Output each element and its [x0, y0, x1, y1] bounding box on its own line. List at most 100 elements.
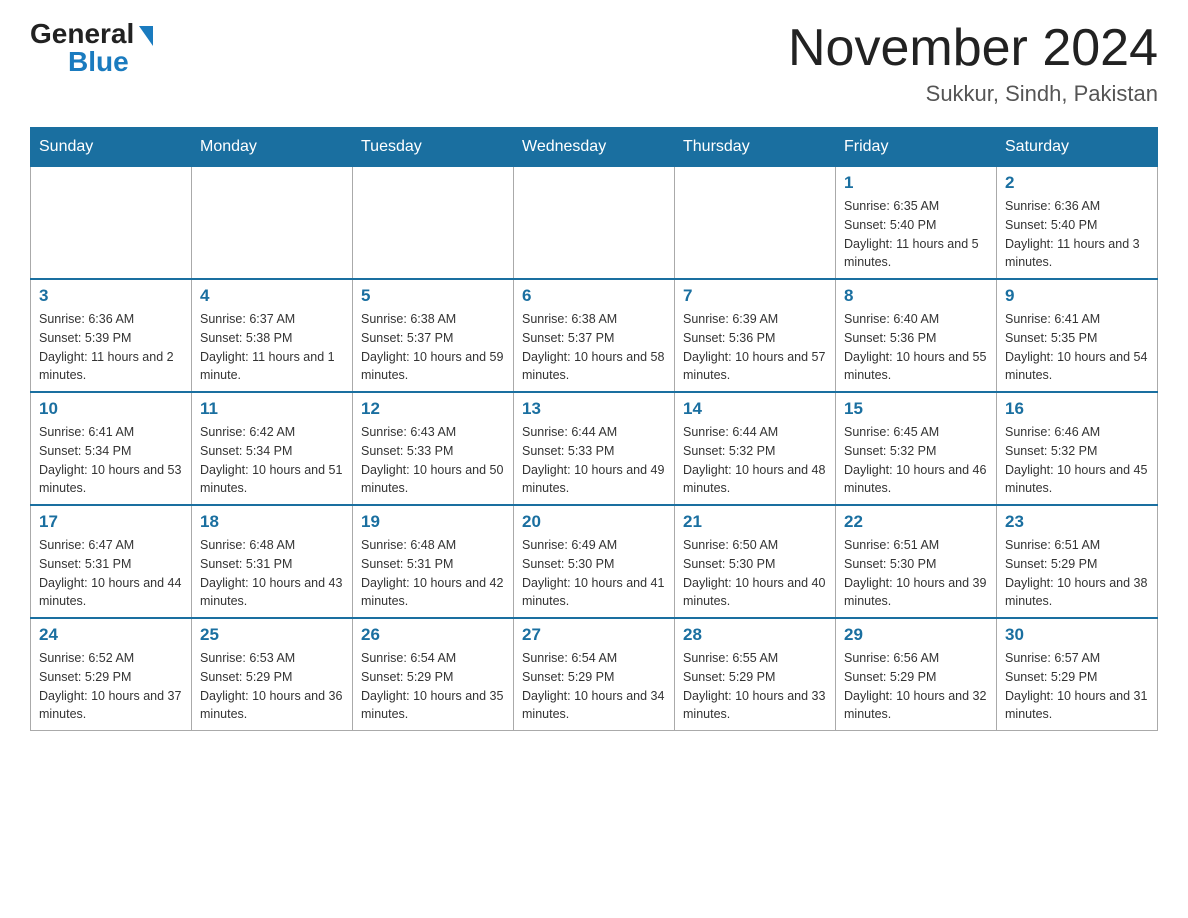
day-number: 9 — [1005, 286, 1149, 306]
day-number: 6 — [522, 286, 666, 306]
day-number: 4 — [200, 286, 344, 306]
weekday-header-friday: Friday — [836, 128, 997, 167]
calendar-week-1: 1Sunrise: 6:35 AMSunset: 5:40 PMDaylight… — [31, 167, 1158, 280]
day-info: Sunrise: 6:51 AMSunset: 5:30 PMDaylight:… — [844, 536, 988, 611]
calendar-cell — [514, 167, 675, 280]
calendar-cell: 24 Sunrise: 6:52 AMSunset: 5:29 PMDayligh… — [31, 618, 192, 731]
day-info: Sunrise: 6:42 AMSunset: 5:34 PMDaylight:… — [200, 423, 344, 498]
month-title: November 2024 — [788, 20, 1158, 77]
logo-general-text: General — [30, 20, 134, 48]
calendar-cell: 27Sunrise: 6:54 AMSunset: 5:29 PMDayligh… — [514, 618, 675, 731]
calendar-cell: 7Sunrise: 6:39 AMSunset: 5:36 PMDaylight… — [675, 279, 836, 392]
day-info: Sunrise: 6:41 AMSunset: 5:35 PMDaylight:… — [1005, 310, 1149, 385]
day-number: 20 — [522, 512, 666, 532]
calendar-week-2: 3 Sunrise: 6:36 AMSunset: 5:39 PMDaylight… — [31, 279, 1158, 392]
day-number: 19 — [361, 512, 505, 532]
title-section: November 2024 Sukkur, Sindh, Pakistan — [788, 20, 1158, 107]
day-number: 8 — [844, 286, 988, 306]
calendar-cell — [192, 167, 353, 280]
weekday-header-saturday: Saturday — [997, 128, 1158, 167]
day-info: Sunrise: 6:38 AMSunset: 5:37 PMDaylight:… — [522, 310, 666, 385]
calendar-cell: 15 Sunrise: 6:45 AMSunset: 5:32 PMDayligh… — [836, 392, 997, 505]
calendar-cell: 17 Sunrise: 6:47 AMSunset: 5:31 PMDayligh… — [31, 505, 192, 618]
day-number: 7 — [683, 286, 827, 306]
calendar-cell: 1Sunrise: 6:35 AMSunset: 5:40 PMDaylight… — [836, 167, 997, 280]
day-info: Sunrise: 6:45 AMSunset: 5:32 PMDaylight:… — [844, 423, 988, 498]
calendar-cell: 26Sunrise: 6:54 AMSunset: 5:29 PMDayligh… — [353, 618, 514, 731]
day-info: Sunrise: 6:44 AMSunset: 5:33 PMDaylight:… — [522, 423, 666, 498]
calendar-cell: 3 Sunrise: 6:36 AMSunset: 5:39 PMDaylight… — [31, 279, 192, 392]
day-number: 11 — [200, 399, 344, 419]
day-number: 3 — [39, 286, 183, 306]
day-number: 1 — [844, 173, 988, 193]
day-info: Sunrise: 6:47 AMSunset: 5:31 PMDaylight:… — [39, 536, 183, 611]
calendar-cell: 29 Sunrise: 6:56 AMSunset: 5:29 PMDayligh… — [836, 618, 997, 731]
day-info: Sunrise: 6:54 AMSunset: 5:29 PMDaylight:… — [361, 649, 505, 724]
day-info: Sunrise: 6:36 AMSunset: 5:39 PMDaylight:… — [39, 310, 183, 385]
logo-arrow-icon — [139, 26, 153, 46]
calendar-cell: 9 Sunrise: 6:41 AMSunset: 5:35 PMDaylight… — [997, 279, 1158, 392]
day-info: Sunrise: 6:56 AMSunset: 5:29 PMDaylight:… — [844, 649, 988, 724]
logo-blue-text: Blue — [68, 48, 129, 76]
calendar-cell: 16 Sunrise: 6:46 AMSunset: 5:32 PMDayligh… — [997, 392, 1158, 505]
day-number: 25 — [200, 625, 344, 645]
weekday-header-tuesday: Tuesday — [353, 128, 514, 167]
weekday-header-row: SundayMondayTuesdayWednesdayThursdayFrid… — [31, 128, 1158, 167]
day-info: Sunrise: 6:54 AMSunset: 5:29 PMDaylight:… — [522, 649, 666, 724]
calendar-cell: 28Sunrise: 6:55 AMSunset: 5:29 PMDayligh… — [675, 618, 836, 731]
weekday-header-sunday: Sunday — [31, 128, 192, 167]
day-number: 10 — [39, 399, 183, 419]
calendar-cell: 21 Sunrise: 6:50 AMSunset: 5:30 PMDayligh… — [675, 505, 836, 618]
day-number: 17 — [39, 512, 183, 532]
calendar-cell — [31, 167, 192, 280]
day-info: Sunrise: 6:37 AMSunset: 5:38 PMDaylight:… — [200, 310, 344, 385]
calendar-cell: 22 Sunrise: 6:51 AMSunset: 5:30 PMDayligh… — [836, 505, 997, 618]
day-number: 24 — [39, 625, 183, 645]
day-info: Sunrise: 6:41 AMSunset: 5:34 PMDaylight:… — [39, 423, 183, 498]
calendar-cell: 11 Sunrise: 6:42 AMSunset: 5:34 PMDayligh… — [192, 392, 353, 505]
calendar-cell: 14 Sunrise: 6:44 AMSunset: 5:32 PMDayligh… — [675, 392, 836, 505]
calendar-cell: 4 Sunrise: 6:37 AMSunset: 5:38 PMDaylight… — [192, 279, 353, 392]
calendar-week-3: 10 Sunrise: 6:41 AMSunset: 5:34 PMDayligh… — [31, 392, 1158, 505]
day-number: 22 — [844, 512, 988, 532]
day-number: 13 — [522, 399, 666, 419]
day-number: 2 — [1005, 173, 1149, 193]
day-info: Sunrise: 6:49 AMSunset: 5:30 PMDaylight:… — [522, 536, 666, 611]
day-number: 23 — [1005, 512, 1149, 532]
day-info: Sunrise: 6:50 AMSunset: 5:30 PMDaylight:… — [683, 536, 827, 611]
weekday-header-wednesday: Wednesday — [514, 128, 675, 167]
day-number: 14 — [683, 399, 827, 419]
day-number: 21 — [683, 512, 827, 532]
day-info: Sunrise: 6:36 AMSunset: 5:40 PMDaylight:… — [1005, 197, 1149, 272]
page-header: General Blue November 2024 Sukkur, Sindh… — [30, 20, 1158, 107]
calendar-cell: 13 Sunrise: 6:44 AMSunset: 5:33 PMDayligh… — [514, 392, 675, 505]
day-number: 18 — [200, 512, 344, 532]
weekday-header-thursday: Thursday — [675, 128, 836, 167]
weekday-header-monday: Monday — [192, 128, 353, 167]
day-info: Sunrise: 6:43 AMSunset: 5:33 PMDaylight:… — [361, 423, 505, 498]
day-info: Sunrise: 6:46 AMSunset: 5:32 PMDaylight:… — [1005, 423, 1149, 498]
calendar-cell: 6 Sunrise: 6:38 AMSunset: 5:37 PMDaylight… — [514, 279, 675, 392]
calendar-cell: 23Sunrise: 6:51 AMSunset: 5:29 PMDayligh… — [997, 505, 1158, 618]
day-info: Sunrise: 6:52 AMSunset: 5:29 PMDaylight:… — [39, 649, 183, 724]
calendar-cell — [675, 167, 836, 280]
day-number: 28 — [683, 625, 827, 645]
location-title: Sukkur, Sindh, Pakistan — [788, 81, 1158, 107]
calendar-cell: 18Sunrise: 6:48 AMSunset: 5:31 PMDayligh… — [192, 505, 353, 618]
day-number: 16 — [1005, 399, 1149, 419]
day-info: Sunrise: 6:44 AMSunset: 5:32 PMDaylight:… — [683, 423, 827, 498]
day-info: Sunrise: 6:53 AMSunset: 5:29 PMDaylight:… — [200, 649, 344, 724]
calendar-cell: 5 Sunrise: 6:38 AMSunset: 5:37 PMDaylight… — [353, 279, 514, 392]
calendar-cell — [353, 167, 514, 280]
day-info: Sunrise: 6:38 AMSunset: 5:37 PMDaylight:… — [361, 310, 505, 385]
calendar-cell: 2 Sunrise: 6:36 AMSunset: 5:40 PMDaylight… — [997, 167, 1158, 280]
calendar-cell: 19Sunrise: 6:48 AMSunset: 5:31 PMDayligh… — [353, 505, 514, 618]
day-number: 5 — [361, 286, 505, 306]
calendar-cell: 30Sunrise: 6:57 AMSunset: 5:29 PMDayligh… — [997, 618, 1158, 731]
calendar-cell: 20 Sunrise: 6:49 AMSunset: 5:30 PMDayligh… — [514, 505, 675, 618]
calendar-cell: 12Sunrise: 6:43 AMSunset: 5:33 PMDayligh… — [353, 392, 514, 505]
calendar-week-4: 17 Sunrise: 6:47 AMSunset: 5:31 PMDayligh… — [31, 505, 1158, 618]
day-number: 29 — [844, 625, 988, 645]
logo: General Blue — [30, 20, 153, 76]
day-number: 15 — [844, 399, 988, 419]
